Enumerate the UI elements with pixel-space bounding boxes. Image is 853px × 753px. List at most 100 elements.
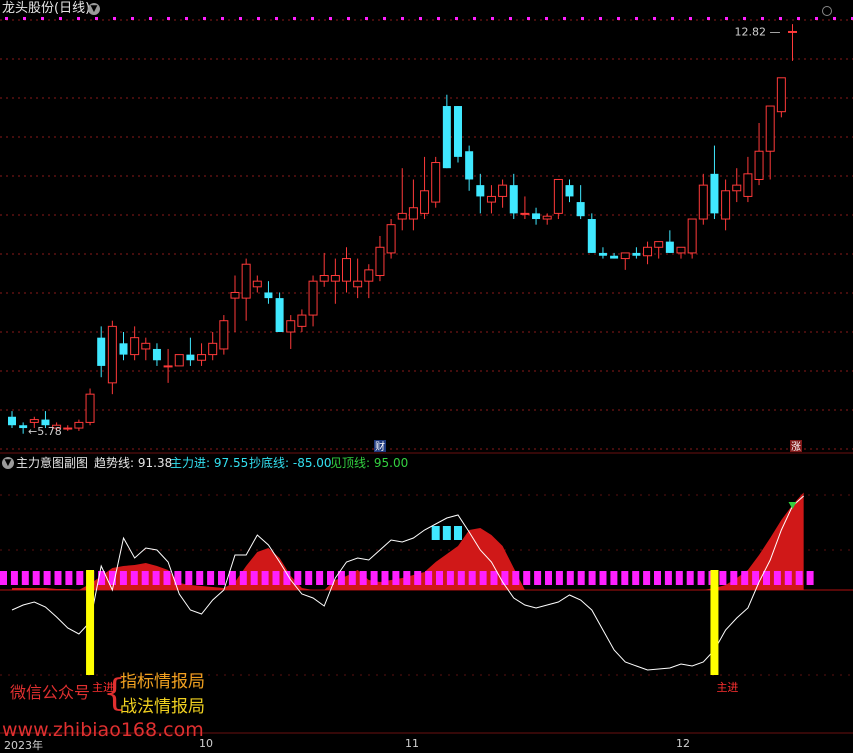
candle-down: [97, 337, 106, 366]
chevron-down-icon[interactable]: ▼: [88, 3, 100, 15]
max-price-label: 12.82 —: [735, 25, 781, 38]
top-magenta-dot: [581, 17, 584, 20]
magenta-band-block: [784, 571, 792, 585]
candle-down: [264, 292, 273, 299]
candle-up: [107, 325, 117, 384]
top-magenta-dot: [5, 17, 8, 20]
min-price-label: ←5.78: [28, 425, 62, 438]
candle-up: [553, 178, 563, 214]
candle-up: [163, 365, 173, 368]
magenta-band-block: [294, 571, 302, 585]
candle-down: [454, 106, 462, 157]
candle-up: [420, 190, 430, 214]
top-magenta-dot: [725, 17, 728, 20]
top-magenta-dot: [149, 17, 152, 20]
candle-up: [29, 419, 39, 423]
magenta-band-block: [643, 571, 651, 585]
top-magenta-dot: [347, 17, 350, 20]
magenta-band-block: [501, 571, 509, 585]
candle-up: [208, 342, 218, 356]
watermark-wechat: 微信公众号: [10, 683, 91, 702]
top-magenta-dot: [437, 17, 440, 20]
candle-up: [498, 184, 508, 197]
top-magenta-dot: [635, 17, 638, 20]
candle-up: [687, 218, 697, 254]
top-magenta-dot: [761, 17, 764, 20]
top-magenta-dot: [815, 17, 818, 20]
magenta-band-block: [414, 571, 422, 585]
magenta-band-block: [21, 571, 29, 585]
top-magenta-dot: [275, 17, 278, 20]
top-magenta-dot: [617, 17, 620, 20]
top-magenta-dot: [113, 17, 116, 20]
top-magenta-dot: [599, 17, 602, 20]
magenta-band-block: [348, 571, 356, 585]
top-magenta-dot: [95, 17, 98, 20]
x-tick-12: 12: [676, 737, 690, 750]
signal-bar: [710, 570, 719, 675]
indicator-item-main: 主力进: 97.55: [170, 456, 249, 470]
event-cai: 财: [375, 440, 385, 453]
candle-up: [654, 241, 664, 248]
magenta-band-block: [359, 571, 367, 585]
magenta-band-block: [599, 571, 607, 585]
watermark-line-2: 战法情报局: [120, 697, 205, 717]
watermark-url: www.zhibiao168.com: [2, 719, 204, 741]
candle-up: [319, 275, 329, 282]
top-magenta-dot: [365, 17, 368, 20]
candle-down: [442, 106, 451, 169]
magenta-band-block: [675, 571, 683, 585]
top-magenta-dot: [509, 17, 512, 20]
magenta-band-block: [152, 571, 160, 585]
top-magenta-dot: [779, 17, 782, 20]
indicator-item-bottom: 抄底线: -85.00: [249, 456, 332, 470]
magenta-band-block: [0, 571, 7, 585]
candle-down: [665, 241, 674, 253]
top-magenta-dot: [743, 17, 746, 20]
top-magenta-dot: [257, 17, 260, 20]
top-magenta-dot: [671, 17, 674, 20]
magenta-band-block: [545, 571, 552, 585]
magenta-band-block: [468, 571, 476, 585]
top-magenta-dot: [221, 17, 224, 20]
x-tick-year: 2023年: [4, 739, 43, 752]
candlestick-chart[interactable]: 12.82 —←5.78财 涨主进 主进: [0, 0, 853, 750]
x-tick-10: 10: [199, 737, 213, 750]
top-magenta-dot: [545, 17, 548, 20]
magenta-band-block: [54, 571, 62, 585]
top-magenta-dot: [689, 17, 692, 20]
candle-down: [565, 185, 574, 197]
magenta-band-block: [654, 571, 661, 585]
chart-title: 龙头股份(日线): [2, 1, 91, 16]
top-magenta-dot: [59, 17, 62, 20]
magenta-band-block: [534, 571, 542, 585]
candle-up: [754, 150, 764, 180]
candle-up: [63, 427, 73, 430]
magenta-band-block: [523, 571, 531, 585]
magenta-band-block: [664, 571, 672, 585]
top-magenta-dot: [23, 17, 26, 20]
candle-down: [275, 298, 284, 333]
magenta-band-block: [566, 571, 574, 585]
top-magenta-dot: [563, 17, 566, 20]
magenta-band-block: [577, 571, 585, 585]
main-force-highlight: [442, 526, 451, 540]
main-force-highlight: [454, 526, 462, 540]
candle-up: [788, 30, 797, 33]
candle-up: [353, 280, 363, 288]
candle-up: [297, 314, 307, 327]
magenta-band-block: [250, 571, 258, 585]
top-magenta-dot: [653, 17, 656, 20]
candle-up: [486, 195, 496, 203]
magenta-band-block: [163, 571, 171, 585]
candle-up: [308, 280, 318, 316]
candle-up: [408, 207, 418, 220]
candle-up: [174, 354, 184, 367]
candle-down: [152, 348, 161, 361]
candle-up: [520, 212, 530, 215]
signal-bar: [86, 570, 95, 675]
top-magenta-dot: [311, 17, 314, 20]
indicator-chevron-icon[interactable]: ▼: [2, 457, 14, 469]
magenta-band-block: [686, 571, 694, 585]
candle-up: [698, 184, 708, 220]
